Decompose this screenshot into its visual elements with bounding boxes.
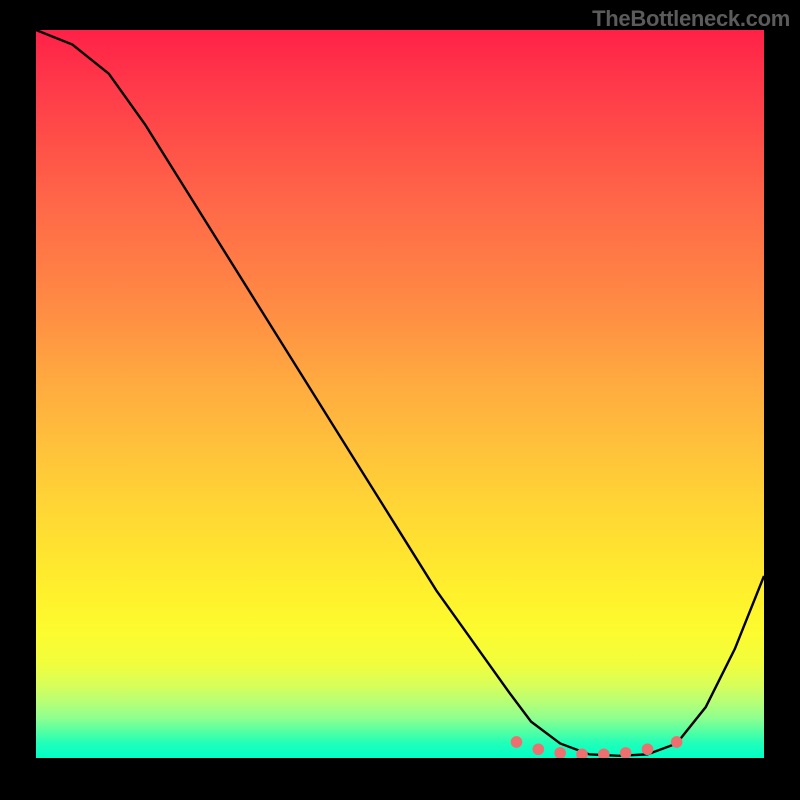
marker-cluster [511, 736, 683, 760]
marker-dot [554, 747, 566, 759]
bottleneck-curve [36, 30, 764, 756]
marker-dot [511, 736, 523, 748]
marker-dot [642, 743, 654, 755]
marker-dot [671, 736, 683, 748]
watermark-text: TheBottleneck.com [592, 6, 790, 32]
marker-dot [598, 749, 610, 761]
marker-dot [533, 743, 545, 755]
chart-container: TheBottleneck.com [0, 0, 800, 800]
marker-dot [576, 749, 588, 761]
chart-svg [36, 30, 764, 758]
plot-area [36, 30, 764, 758]
marker-dot [620, 747, 632, 759]
